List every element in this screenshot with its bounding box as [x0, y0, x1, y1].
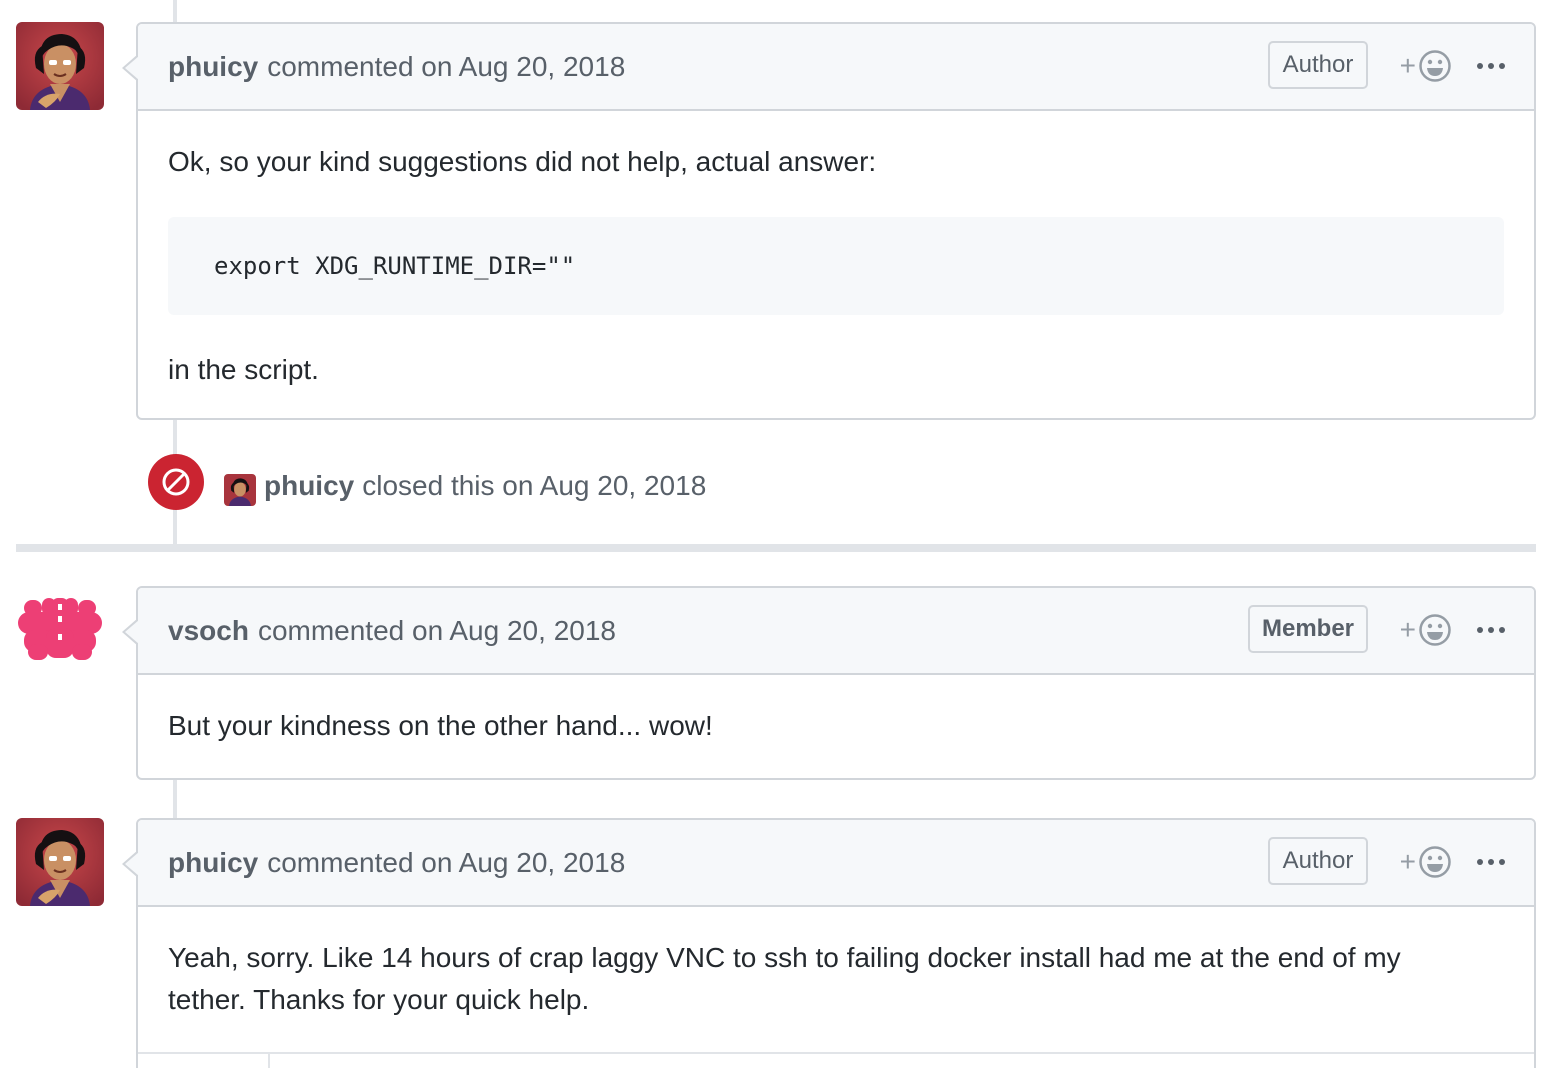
comment-body: But your kindness on the other hand... w… [138, 675, 1534, 747]
circle-slash-icon [148, 454, 204, 510]
comment-actions-button[interactable] [1476, 48, 1506, 84]
comment-body: Ok, so your kind suggestions did not hel… [138, 111, 1534, 391]
kebab-horizontal-icon [1477, 627, 1505, 633]
comment-header: vsoch commented on Aug 20, 2018 Member + [138, 588, 1534, 675]
smiley-icon [1419, 614, 1451, 646]
avatar[interactable] [16, 22, 104, 110]
reactions-bar-divider [268, 1054, 270, 1068]
avatar[interactable] [16, 586, 104, 674]
reactions-bar [138, 1052, 1534, 1068]
add-reaction-button[interactable]: + [1400, 612, 1452, 648]
plus-icon: + [1399, 846, 1416, 877]
issue-timeline: phuicy commented on Aug 20, 2018 Author … [0, 0, 1556, 1068]
comment-text: But your kindness on the other hand... w… [168, 710, 713, 741]
comment-header: phuicy commented on Aug 20, 2018 Author … [138, 24, 1534, 111]
author-badge: Author [1268, 837, 1368, 885]
avatar-image [224, 474, 256, 506]
kebab-horizontal-icon [1477, 63, 1505, 69]
avatar-image [16, 818, 104, 906]
comment-text: in the script. [168, 354, 319, 385]
author-badge: Author [1268, 41, 1368, 89]
code-text: export XDG_RUNTIME_DIR="" [214, 252, 576, 280]
plus-icon: + [1399, 614, 1416, 645]
member-badge: Member [1248, 605, 1368, 653]
comment-timestamp[interactable]: commented on Aug 20, 2018 [267, 51, 625, 83]
comment-timestamp[interactable]: commented on Aug 20, 2018 [258, 615, 616, 647]
event-avatar[interactable] [224, 474, 256, 506]
comment-header: phuicy commented on Aug 20, 2018 Author … [138, 820, 1534, 907]
add-reaction-button[interactable]: + [1400, 844, 1452, 880]
plus-icon: + [1399, 50, 1416, 81]
identicon-image [16, 586, 104, 674]
comment: phuicy commented on Aug 20, 2018 Author … [122, 22, 1536, 420]
comment-text: Yeah, sorry. Like 14 hours of crap laggy… [168, 942, 1401, 1015]
smiley-icon [1419, 846, 1451, 878]
comment: vsoch commented on Aug 20, 2018 Member + [122, 586, 1536, 780]
smiley-icon [1419, 50, 1451, 82]
comment-author-link[interactable]: phuicy [168, 847, 258, 879]
comment-actions-button[interactable] [1476, 844, 1506, 880]
author-badge-label: Author [1282, 51, 1354, 78]
comment-body: Yeah, sorry. Like 14 hours of crap laggy… [138, 907, 1534, 1021]
code-block: export XDG_RUNTIME_DIR="" [168, 217, 1504, 315]
avatar-image [16, 22, 104, 110]
timeline-line [173, 0, 177, 22]
comment-author-link[interactable]: vsoch [168, 615, 249, 647]
comment: phuicy commented on Aug 20, 2018 Author … [122, 818, 1536, 1068]
comment-text: Ok, so your kind suggestions did not hel… [168, 146, 877, 177]
comment-actions-button[interactable] [1476, 612, 1506, 648]
event-author-link[interactable]: phuicy [264, 470, 354, 501]
avatar[interactable] [16, 818, 104, 906]
comment-author-link[interactable]: phuicy [168, 51, 258, 83]
closed-event-text: phuicy closed this on Aug 20, 2018 [264, 468, 706, 504]
comment-timestamp[interactable]: commented on Aug 20, 2018 [267, 847, 625, 879]
event-description: closed this on Aug 20, 2018 [362, 470, 707, 501]
author-badge-label: Author [1282, 847, 1354, 874]
timeline-divider [16, 544, 1536, 552]
member-badge-label: Member [1261, 615, 1355, 642]
timeline-line [173, 780, 177, 818]
kebab-horizontal-icon [1477, 859, 1505, 865]
add-reaction-button[interactable]: + [1400, 48, 1452, 84]
